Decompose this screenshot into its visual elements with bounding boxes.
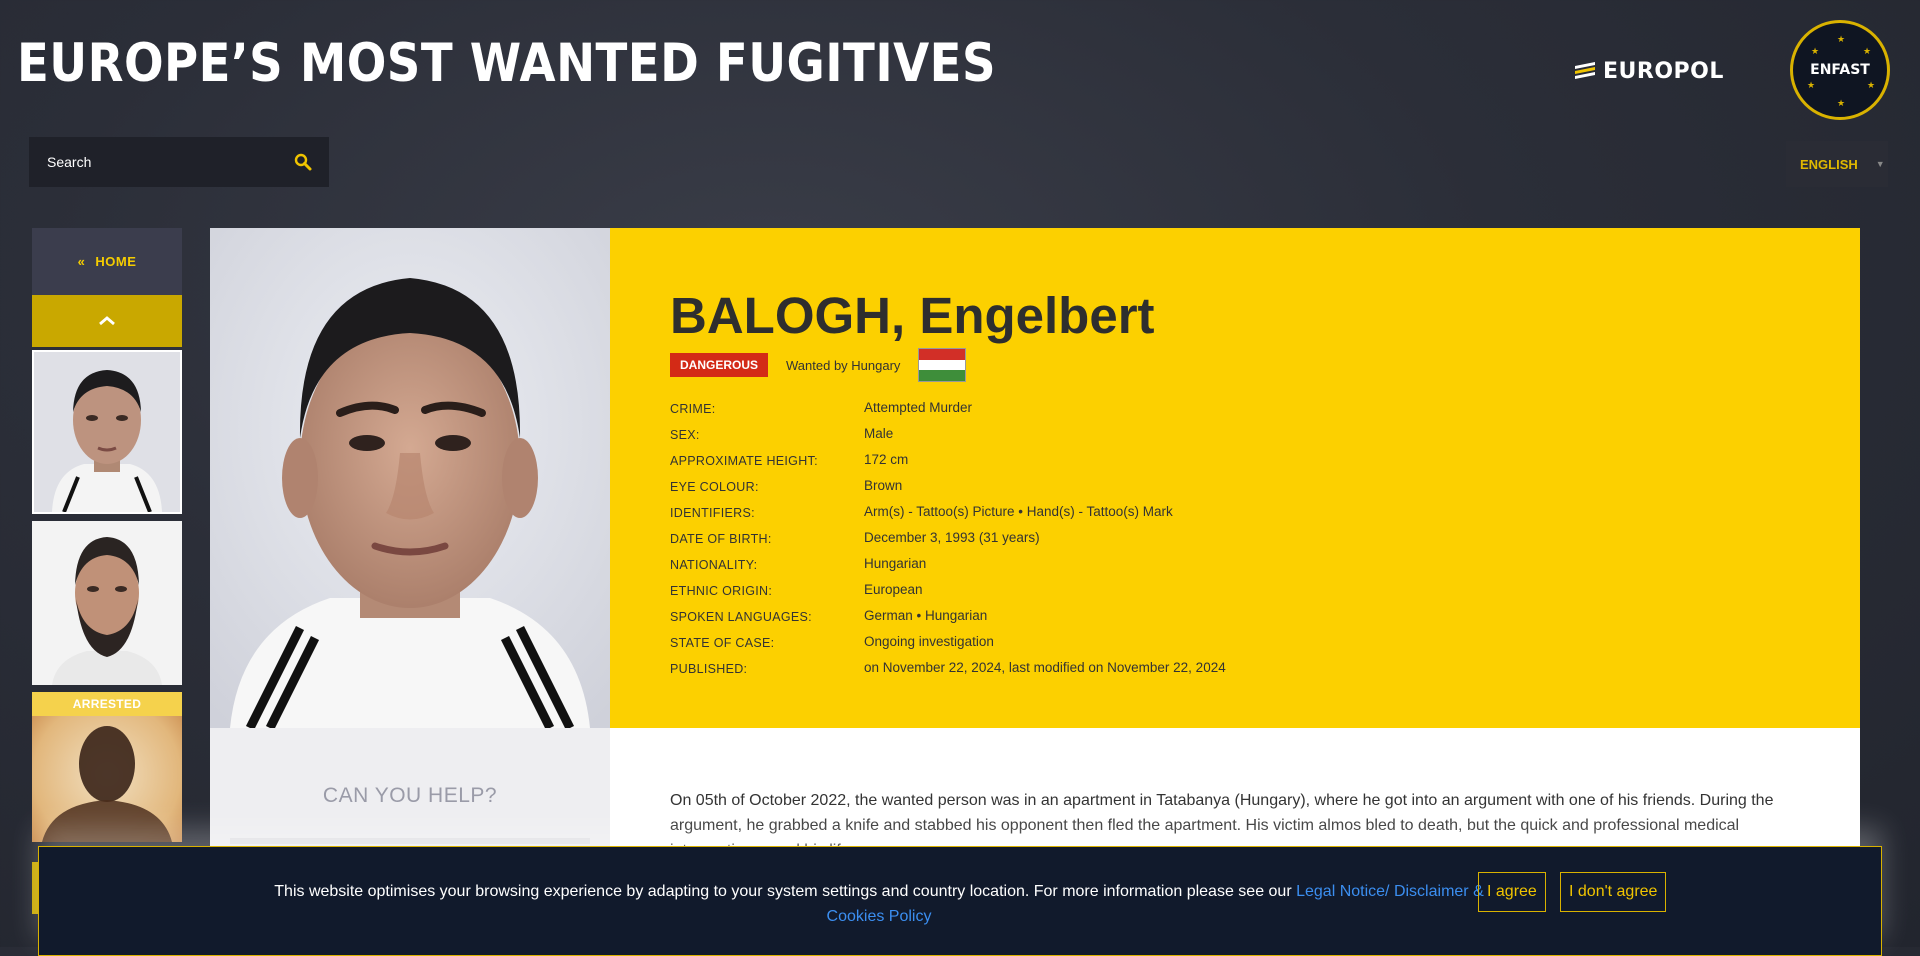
fugitive-mugshot	[210, 228, 610, 728]
detail-row-published: Published: on November 22, 2024, last mo…	[670, 654, 1570, 680]
detail-label: State of case:	[670, 636, 775, 650]
home-button-label: HOME	[95, 254, 137, 269]
detail-row-spoken-languages: Spoken languages: German • Hungarian	[670, 602, 1570, 628]
detail-label: Eye colour:	[670, 480, 759, 494]
detail-row-ethnic-origin: Ethnic origin: European	[670, 576, 1570, 602]
help-title: CAN YOU HELP?	[322, 784, 498, 807]
detail-label: Identifiers:	[670, 506, 755, 520]
scroll-up-button[interactable]	[32, 295, 182, 347]
detail-value: European	[864, 581, 923, 597]
sidebar: « HOME ARRESTED	[32, 228, 182, 842]
fugitive-name: BALOGH, Engelbert	[670, 287, 1155, 344]
detail-row-date-of-birth: Date of birth: December 3, 1993 (31 year…	[670, 524, 1570, 550]
disagree-button[interactable]: I don't agree	[1560, 872, 1667, 912]
hungary-flag-icon	[918, 348, 967, 382]
caret-down-icon: ▼	[1875, 159, 1885, 169]
dangerous-badge: DANGEROUS	[670, 353, 769, 377]
star-icon: ★	[1811, 47, 1820, 57]
detail-row-identifiers: Identifiers: Arm(s) - Tattoo(s) Picture …	[670, 498, 1570, 524]
double-chevron-left-icon: «	[77, 254, 86, 269]
language-selected: ENGLISH	[1800, 156, 1858, 172]
detail-row-eye-colour: Eye colour: Brown	[670, 472, 1570, 498]
europol-mark-icon	[1575, 62, 1595, 79]
detail-label: Nationality:	[670, 558, 758, 572]
star-icon: ★	[1837, 99, 1846, 109]
chevron-up-icon	[99, 316, 115, 326]
fugitive-thumbnail-photo	[32, 521, 182, 685]
detail-label: Approximate height:	[670, 454, 818, 468]
detail-label: Ethnic origin:	[670, 584, 773, 598]
detail-label: Sex:	[670, 428, 700, 442]
badge-row: DANGEROUS Wanted by Hungary	[670, 348, 967, 382]
help-divider	[230, 838, 590, 844]
detail-value: Arm(s) - Tattoo(s) Picture • Hand(s) - T…	[864, 503, 1173, 519]
europol-logo-text: EUROPOL	[1603, 58, 1724, 84]
fugitive-thumbnail-photo	[34, 352, 180, 512]
star-icon: ★	[1863, 47, 1872, 57]
detail-row-state-of-case: State of case: Ongoing investigation	[670, 628, 1570, 654]
fugitive-thumbnail[interactable]	[32, 350, 182, 514]
arrested-status-label: ARRESTED	[32, 692, 182, 716]
detail-value: German • Hungarian	[864, 607, 988, 623]
detail-value: Male	[864, 425, 894, 441]
agree-button[interactable]: I agree	[1478, 872, 1546, 912]
search-input[interactable]	[45, 153, 293, 171]
cookie-banner: This website optimises your browsing exp…	[38, 846, 1882, 956]
enfast-logo-text: ENFAST	[1810, 62, 1870, 78]
fugitive-profile: BALOGH, Engelbert DANGEROUS Wanted by Hu…	[210, 228, 1860, 947]
detail-value: 172 cm	[864, 451, 909, 467]
detail-value: Attempted Murder	[864, 399, 973, 415]
search-icon[interactable]	[293, 152, 313, 172]
star-icon: ★	[1837, 35, 1846, 45]
detail-row-height: Approximate height: 172 cm	[670, 446, 1570, 472]
detail-row-sex: Sex: Male	[670, 420, 1570, 446]
cookie-text: This website optimises your browsing exp…	[249, 879, 1509, 929]
star-icon: ★	[1867, 81, 1876, 91]
fugitive-info-panel: BALOGH, Engelbert DANGEROUS Wanted by Hu…	[610, 228, 1860, 728]
detail-value: Ongoing investigation	[864, 633, 994, 649]
detail-value: Hungarian	[864, 555, 927, 571]
detail-value: Brown	[864, 477, 903, 493]
home-button[interactable]: « HOME	[32, 228, 182, 295]
cookie-message: This website optimises your browsing exp…	[274, 883, 1292, 900]
detail-row-crime: Crime: Attempted Murder	[670, 394, 1570, 420]
detail-value: December 3, 1993 (31 years)	[864, 529, 1040, 545]
enfast-logo[interactable]: ★ ★ ★ ★ ★ ★ ENFAST	[1790, 20, 1890, 120]
fugitive-thumbnail[interactable]	[32, 521, 182, 685]
detail-label: Date of birth:	[670, 532, 772, 546]
europol-logo[interactable]: EUROPOL	[1573, 58, 1749, 84]
fugitive-thumbnail[interactable]: ARRESTED	[32, 692, 182, 842]
star-icon: ★	[1807, 81, 1816, 91]
fugitive-details: Crime: Attempted Murder Sex: Male Approx…	[670, 394, 1570, 680]
site-title: EUROPE’S MOST WANTED FUGITIVES	[17, 33, 996, 94]
wanted-by-text: Wanted by Hungary	[786, 357, 901, 373]
detail-label: Published:	[670, 662, 748, 676]
detail-label: Spoken languages:	[670, 610, 812, 624]
detail-value: on November 22, 2024, last modified on N…	[864, 659, 1226, 675]
language-select[interactable]: ENGLISH ▼	[1786, 141, 1888, 187]
detail-label: Crime:	[670, 402, 716, 416]
detail-row-nationality: Nationality: Hungarian	[670, 550, 1570, 576]
search-box	[29, 137, 329, 187]
fugitive-photo	[210, 228, 610, 728]
